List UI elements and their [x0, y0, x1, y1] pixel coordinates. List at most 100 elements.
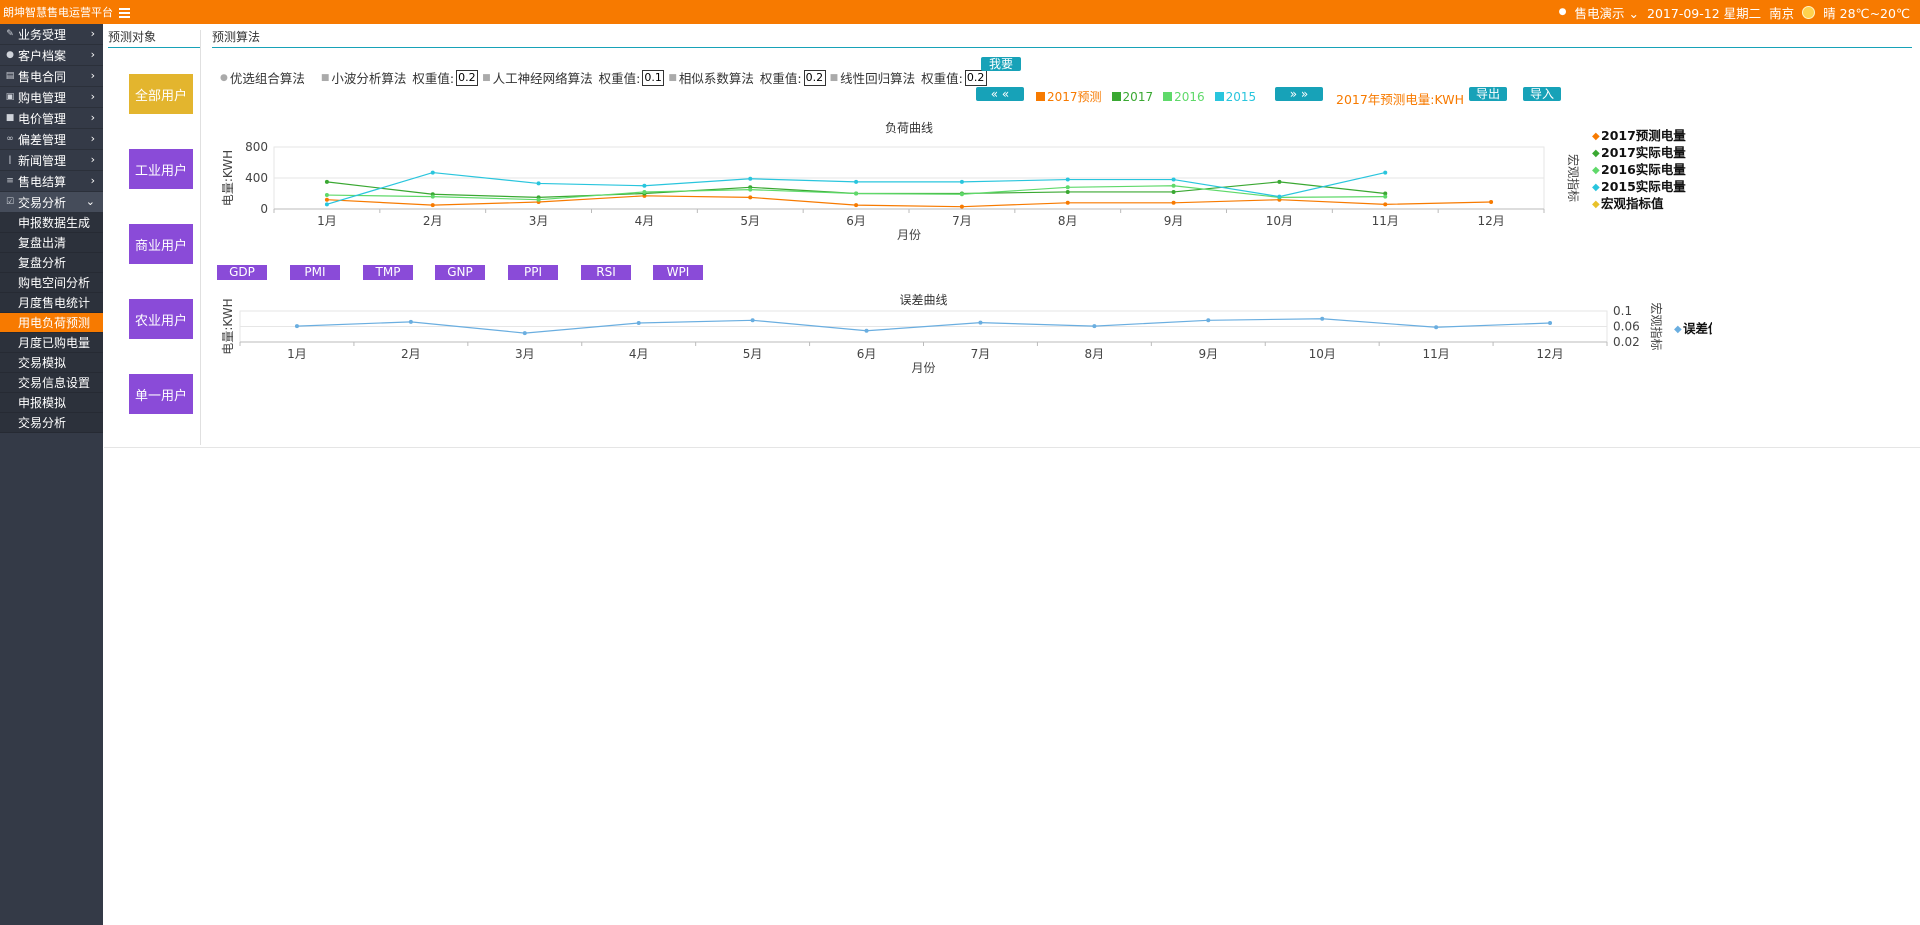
- user-menu[interactable]: 售电演示 ⌄: [1575, 3, 1639, 22]
- data-point[interactable]: [864, 328, 869, 333]
- data-point[interactable]: [1277, 194, 1282, 199]
- data-point[interactable]: [1171, 183, 1176, 188]
- data-point[interactable]: [536, 181, 541, 186]
- algorithm-neural[interactable]: ■ 人工神经网络算法: [482, 68, 593, 87]
- weight-input-similarity[interactable]: [803, 69, 826, 86]
- data-point[interactable]: [1320, 316, 1325, 321]
- sub-item-load-forecast[interactable]: 用电负荷预测: [0, 313, 103, 333]
- legend-label[interactable]: 2017实际电量: [1601, 145, 1686, 160]
- import-button[interactable]: 导入: [1523, 87, 1561, 101]
- data-point[interactable]: [959, 179, 964, 184]
- data-point[interactable]: [1171, 189, 1176, 194]
- data-point[interactable]: [1383, 170, 1388, 175]
- weight-input-linear[interactable]: [964, 69, 987, 86]
- sidebar-item-trade-analysis[interactable]: ☑ 交易分析 ⌄: [0, 192, 103, 213]
- data-point[interactable]: [1277, 179, 1282, 184]
- data-point[interactable]: [1065, 185, 1070, 190]
- weight-input-neural[interactable]: [642, 69, 665, 86]
- industrial-users-button[interactable]: 工业用户: [129, 149, 193, 189]
- metric-button-wpi[interactable]: WPI: [653, 265, 703, 280]
- algorithm-similarity[interactable]: ■ 相似系数算法: [668, 68, 754, 87]
- prev-button[interactable]: « «: [976, 87, 1024, 101]
- sidebar-item-settlement[interactable]: ≡ 售电结算 ›: [0, 171, 103, 192]
- data-point[interactable]: [1092, 324, 1097, 329]
- metric-button-tmp[interactable]: TMP: [363, 265, 413, 280]
- data-point[interactable]: [854, 203, 859, 208]
- data-point[interactable]: [1065, 200, 1070, 205]
- sub-item-trade-info[interactable]: 交易信息设置: [0, 373, 103, 393]
- data-point[interactable]: [430, 203, 435, 208]
- data-point[interactable]: [854, 191, 859, 196]
- metric-button-gnp[interactable]: GNP: [435, 265, 485, 280]
- data-point[interactable]: [1206, 318, 1211, 323]
- data-point[interactable]: [408, 319, 413, 324]
- next-button[interactable]: » »: [1275, 87, 1323, 101]
- data-point[interactable]: [430, 194, 435, 199]
- legend-label[interactable]: 2017预测电量: [1601, 128, 1686, 143]
- data-point[interactable]: [978, 320, 983, 325]
- data-point[interactable]: [324, 197, 329, 202]
- weight-input-wavelet[interactable]: [456, 69, 479, 86]
- data-point[interactable]: [1489, 200, 1494, 205]
- menu-toggle-icon[interactable]: [119, 7, 130, 18]
- sub-item-monthly-purchased[interactable]: 月度已购电量: [0, 333, 103, 353]
- algorithm-optimal[interactable]: ● 优选组合算法: [220, 68, 305, 87]
- metric-button-gdp[interactable]: GDP: [217, 265, 267, 280]
- data-point[interactable]: [748, 187, 753, 192]
- algorithm-wavelet[interactable]: ■ 小波分析算法: [321, 68, 407, 87]
- sidebar-item-news[interactable]: ǀ 新闻管理 ›: [0, 150, 103, 171]
- data-point[interactable]: [959, 204, 964, 209]
- sidebar-item-deviation[interactable]: ∞ 偏差管理 ›: [0, 129, 103, 150]
- sidebar-item-business[interactable]: ✎ 业务受理 ›: [0, 24, 103, 45]
- data-point[interactable]: [959, 192, 964, 197]
- sub-item-replay-clear[interactable]: 复盘出清: [0, 233, 103, 253]
- legend-2016[interactable]: 2016: [1163, 90, 1205, 104]
- data-point[interactable]: [294, 324, 299, 329]
- data-point[interactable]: [324, 193, 329, 198]
- data-point[interactable]: [1548, 321, 1553, 326]
- legend-label[interactable]: 误差值: [1683, 321, 1712, 336]
- sub-item-report-sim[interactable]: 申报模拟: [0, 393, 103, 413]
- commercial-users-button[interactable]: 商业用户: [129, 224, 193, 264]
- sub-item-monthly-stats[interactable]: 月度售电统计: [0, 293, 103, 313]
- data-point[interactable]: [522, 331, 527, 336]
- single-user-button[interactable]: 单一用户: [129, 374, 193, 414]
- sub-item-space-analysis[interactable]: 购电空间分析: [0, 273, 103, 293]
- data-point[interactable]: [324, 179, 329, 184]
- data-point[interactable]: [1065, 189, 1070, 194]
- legend-2017-forecast[interactable]: 2017预测: [1036, 88, 1102, 105]
- data-point[interactable]: [1383, 194, 1388, 199]
- legend-2015[interactable]: 2015: [1214, 90, 1256, 104]
- legend-2017[interactable]: 2017: [1111, 90, 1153, 104]
- sidebar-item-customers[interactable]: ● 客户档案 ›: [0, 45, 103, 66]
- algorithm-linear[interactable]: ■ 线性回归算法: [830, 68, 916, 87]
- data-point[interactable]: [854, 179, 859, 184]
- data-point[interactable]: [1383, 202, 1388, 207]
- sub-item-trade-analysis[interactable]: 交易分析: [0, 413, 103, 433]
- data-point[interactable]: [1171, 200, 1176, 205]
- data-point[interactable]: [1434, 325, 1439, 330]
- sidebar-item-purchase[interactable]: ▣ 购电管理 ›: [0, 87, 103, 108]
- sub-item-replay-analysis[interactable]: 复盘分析: [0, 253, 103, 273]
- data-point[interactable]: [1065, 177, 1070, 182]
- save-button[interactable]: 我要: [981, 57, 1021, 71]
- all-users-button[interactable]: 全部用户: [129, 74, 193, 114]
- metric-button-pmi[interactable]: PMI: [290, 265, 340, 280]
- data-point[interactable]: [324, 202, 329, 207]
- data-point[interactable]: [636, 321, 641, 326]
- legend-label[interactable]: 2016实际电量: [1601, 162, 1686, 177]
- sub-item-report-data[interactable]: 申报数据生成: [0, 213, 103, 233]
- data-point[interactable]: [1171, 177, 1176, 182]
- data-point[interactable]: [750, 318, 755, 323]
- data-point[interactable]: [748, 195, 753, 200]
- legend-label[interactable]: 宏观指标值: [1601, 196, 1664, 211]
- sub-item-trade-sim[interactable]: 交易模拟: [0, 353, 103, 373]
- sidebar-item-contracts[interactable]: ▤ 售电合同 ›: [0, 66, 103, 87]
- data-point[interactable]: [430, 170, 435, 175]
- data-point[interactable]: [642, 183, 647, 188]
- data-point[interactable]: [536, 197, 541, 202]
- sidebar-item-price[interactable]: ■ 电价管理 ›: [0, 108, 103, 129]
- data-point[interactable]: [642, 189, 647, 194]
- legend-label[interactable]: 2015实际电量: [1601, 179, 1686, 194]
- agricultural-users-button[interactable]: 农业用户: [129, 299, 193, 339]
